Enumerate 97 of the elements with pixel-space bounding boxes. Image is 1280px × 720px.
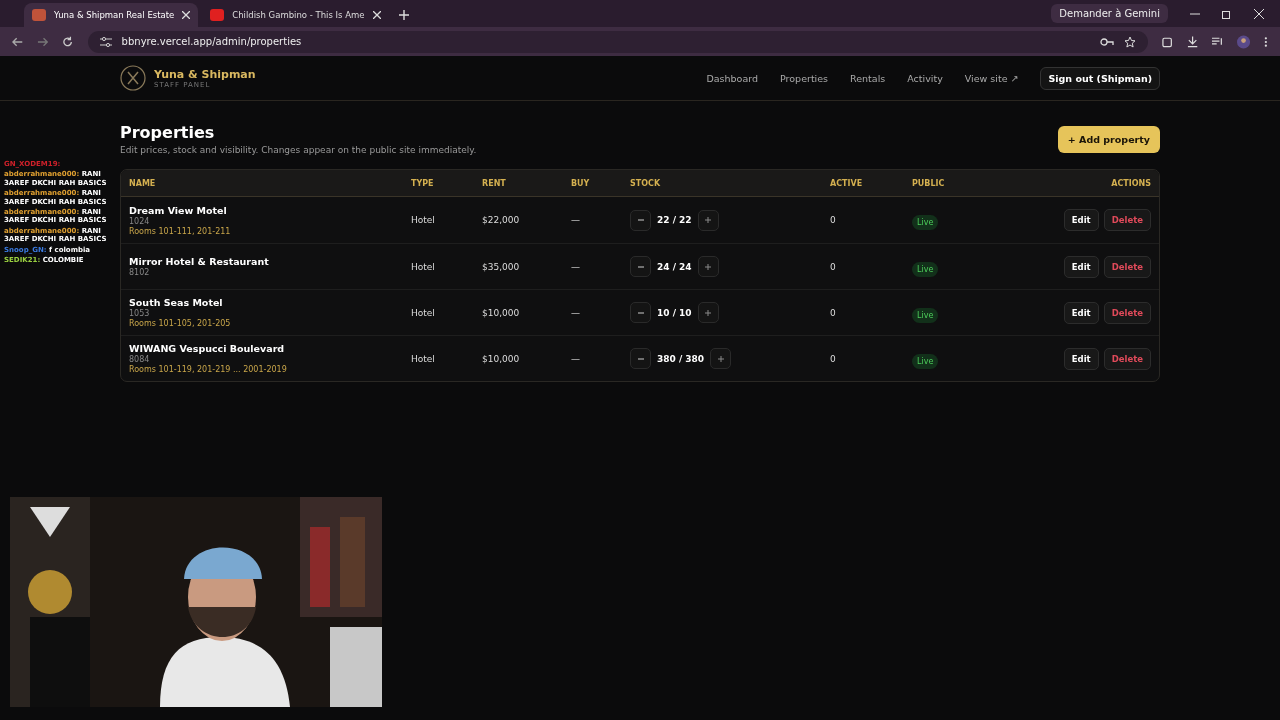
minus-icon: [637, 311, 644, 314]
column-header: ACTIVE: [830, 178, 864, 188]
column-header: RENT: [482, 178, 507, 188]
forward-icon[interactable]: [37, 35, 49, 48]
minus-icon: [637, 357, 644, 360]
nav-link[interactable]: View site ↗: [964, 72, 1019, 84]
property-name: Mirror Hotel & Restaurant: [129, 256, 270, 267]
column-header: TYPE: [411, 178, 435, 188]
property-code: 1024: [129, 216, 151, 226]
star-icon[interactable]: [1123, 35, 1136, 48]
live-badge: Live: [912, 353, 939, 369]
column-header: ACTIONS: [1110, 178, 1151, 188]
table-cell-text: —: [571, 307, 581, 318]
gemini-button[interactable]: Demander à Gemini: [1051, 4, 1168, 23]
plus-icon: [717, 355, 724, 362]
stock-count: 24 / 24: [657, 261, 692, 272]
table-cell-text: $35,000: [482, 261, 521, 272]
minus-icon: [637, 265, 644, 268]
url-text: bbnyre.vercel.app/admin/properties: [121, 36, 302, 47]
favicon-icon: [210, 9, 225, 21]
page-title: Properties: [120, 123, 216, 142]
nav-link[interactable]: Activity: [907, 72, 943, 84]
table-cell-text: $22,000: [482, 215, 521, 225]
nav-link[interactable]: Dashboard: [706, 72, 759, 84]
table-cell-text: 0: [830, 215, 837, 225]
room-range: Rooms 101-111, 201-211: [129, 226, 232, 236]
site-settings-icon[interactable]: [99, 36, 112, 47]
room-range: Rooms 101-105, 201-205: [129, 319, 232, 328]
nav-link[interactable]: Rentals: [850, 72, 886, 84]
property-name: WIWANG Vespucci Boulevard: [129, 343, 286, 354]
table-cell-text: —: [571, 353, 581, 364]
table-cell-text: Hotel: [411, 215, 436, 225]
live-badge: Live: [912, 307, 939, 323]
add-property-button[interactable]: + Add property: [1057, 125, 1160, 153]
column-header: STOCK: [630, 178, 662, 188]
table-cell-text: $10,000: [482, 307, 521, 318]
table-cell-text: $10,000: [482, 353, 521, 364]
delete-button[interactable]: Delete: [1103, 301, 1151, 324]
table-cell-text: Hotel: [411, 353, 436, 364]
live-badge: Live: [912, 261, 939, 277]
plus-icon: [705, 217, 712, 223]
favicon-icon: [32, 9, 46, 21]
menu-icon[interactable]: [1264, 35, 1268, 48]
table-cell-text: 0: [830, 261, 837, 272]
download-icon[interactable]: [1186, 35, 1198, 48]
column-header: BUY: [571, 178, 591, 188]
plus-icon: [705, 309, 712, 316]
reload-icon[interactable]: [62, 35, 74, 48]
live-badge: Live: [912, 215, 939, 230]
decrease-button[interactable]: [630, 209, 651, 231]
edit-button[interactable]: Edit: [1063, 347, 1099, 370]
edit-button[interactable]: Edit: [1063, 209, 1099, 231]
table-cell-text: —: [571, 215, 581, 225]
minus-icon: [637, 219, 644, 221]
browser-tab[interactable]: Childish Gambino - This Is Ame: [202, 3, 389, 27]
column-header: NAME: [129, 178, 157, 188]
logo-icon: [120, 65, 146, 91]
stock-count: 10 / 10: [657, 307, 692, 318]
delete-button[interactable]: Delete: [1103, 209, 1151, 231]
room-range: Rooms 101-119, 201-219 ... 2001-2019: [129, 365, 288, 374]
stock-count: 22 / 22: [657, 215, 692, 225]
close-icon[interactable]: [1254, 8, 1264, 19]
browser-tab[interactable]: Yuna & Shipman Real Estate: [24, 3, 199, 27]
table-cell-text: Hotel: [411, 261, 436, 272]
new-tab-icon[interactable]: [398, 10, 409, 20]
extensions-icon[interactable]: [1161, 35, 1173, 48]
delete-button[interactable]: Delete: [1103, 347, 1151, 370]
decrease-button[interactable]: [630, 348, 651, 369]
table-cell-text: —: [571, 261, 581, 272]
edit-button[interactable]: Edit: [1063, 255, 1099, 278]
table-cell-text: 0: [830, 353, 837, 364]
property-code: 1053: [129, 309, 151, 318]
stock-count: 380 / 380: [657, 353, 705, 364]
delete-button[interactable]: Delete: [1103, 255, 1151, 278]
address-bar[interactable]: bbnyre.vercel.app/admin/properties: [87, 30, 1148, 53]
sign-out-button[interactable]: Sign out (Shipman): [1040, 66, 1160, 90]
edit-button[interactable]: Edit: [1063, 301, 1099, 324]
key-icon[interactable]: [1099, 37, 1114, 46]
decrease-button[interactable]: [630, 302, 651, 323]
close-icon[interactable]: [182, 11, 191, 19]
property-code: 8084: [129, 355, 151, 364]
brand-name: Yuna & Shipman: [154, 67, 256, 81]
nav-link[interactable]: Properties: [780, 72, 829, 84]
restore-icon[interactable]: [1222, 8, 1232, 19]
table-cell-text: Hotel: [411, 307, 436, 318]
column-header: PUBLIC: [912, 178, 946, 188]
property-code: 8102: [129, 268, 151, 277]
plus-icon: [705, 263, 712, 270]
property-name: South Seas Motel: [129, 297, 224, 308]
close-icon[interactable]: [372, 11, 381, 19]
table-cell-text: 0: [830, 307, 837, 318]
decrease-button[interactable]: [630, 256, 651, 277]
page-description: Edit prices, stock and visibility. Changes appear on the public site immediately.: [120, 145, 477, 155]
media-icon[interactable]: [1212, 36, 1224, 47]
property-name: Dream View Motel: [129, 204, 228, 216]
avatar-icon[interactable]: [1237, 34, 1251, 49]
back-icon[interactable]: [12, 35, 24, 48]
